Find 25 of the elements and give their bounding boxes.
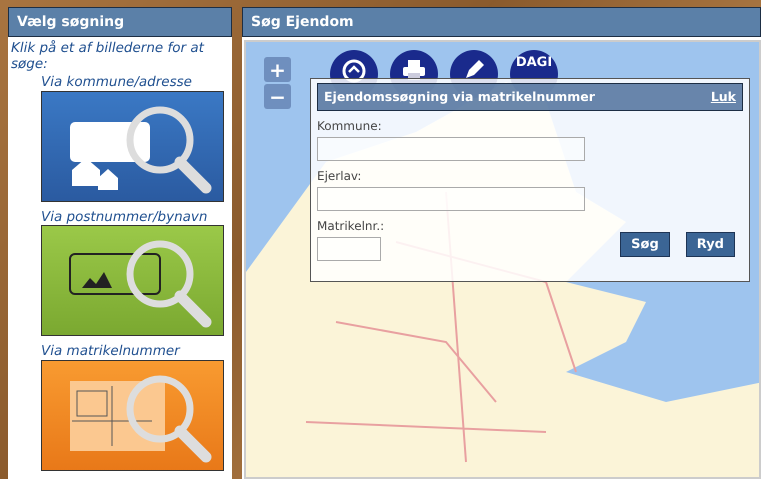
sign-icon xyxy=(70,122,150,162)
search-button[interactable]: Søg xyxy=(620,232,670,257)
panel-title: Vælg søgning xyxy=(8,7,232,37)
search-option-image[interactable] xyxy=(41,225,224,336)
magnifier-icon xyxy=(126,106,212,194)
search-option-link[interactable]: Via postnummer/bynavn xyxy=(41,210,232,226)
field-label: Ejerlav: xyxy=(317,168,362,185)
map-drawing[interactable]: + − DAGI Ejendomssøgning via matrikelnummer Luk Kommune: Ejerlav: Matrikelnr.: Søg Ryd xyxy=(244,40,761,479)
town-sign-icon xyxy=(69,253,161,296)
input-field[interactable] xyxy=(317,137,585,161)
field-label: Matrikelnr.: xyxy=(317,218,386,235)
search-option-link[interactable]: Via kommune/adresse xyxy=(41,75,232,91)
close-link[interactable]: Luk xyxy=(710,88,736,106)
field-label: Kommune: xyxy=(317,118,383,135)
search-option-link[interactable]: Via matrikelnummer xyxy=(41,344,232,360)
instruction-text: Klik på et af billederne for at søge: xyxy=(10,39,206,72)
cadastral-map-icon xyxy=(70,380,165,451)
panel-title: Søg Ejendom xyxy=(242,7,761,37)
input-field[interactable] xyxy=(317,237,381,261)
magnifier-icon xyxy=(126,375,212,462)
search-option-image[interactable] xyxy=(41,90,224,202)
search-option-image[interactable] xyxy=(41,360,224,471)
clear-button[interactable]: Ryd xyxy=(686,232,735,257)
magnifier-icon xyxy=(126,240,212,328)
input-field[interactable] xyxy=(317,187,585,211)
